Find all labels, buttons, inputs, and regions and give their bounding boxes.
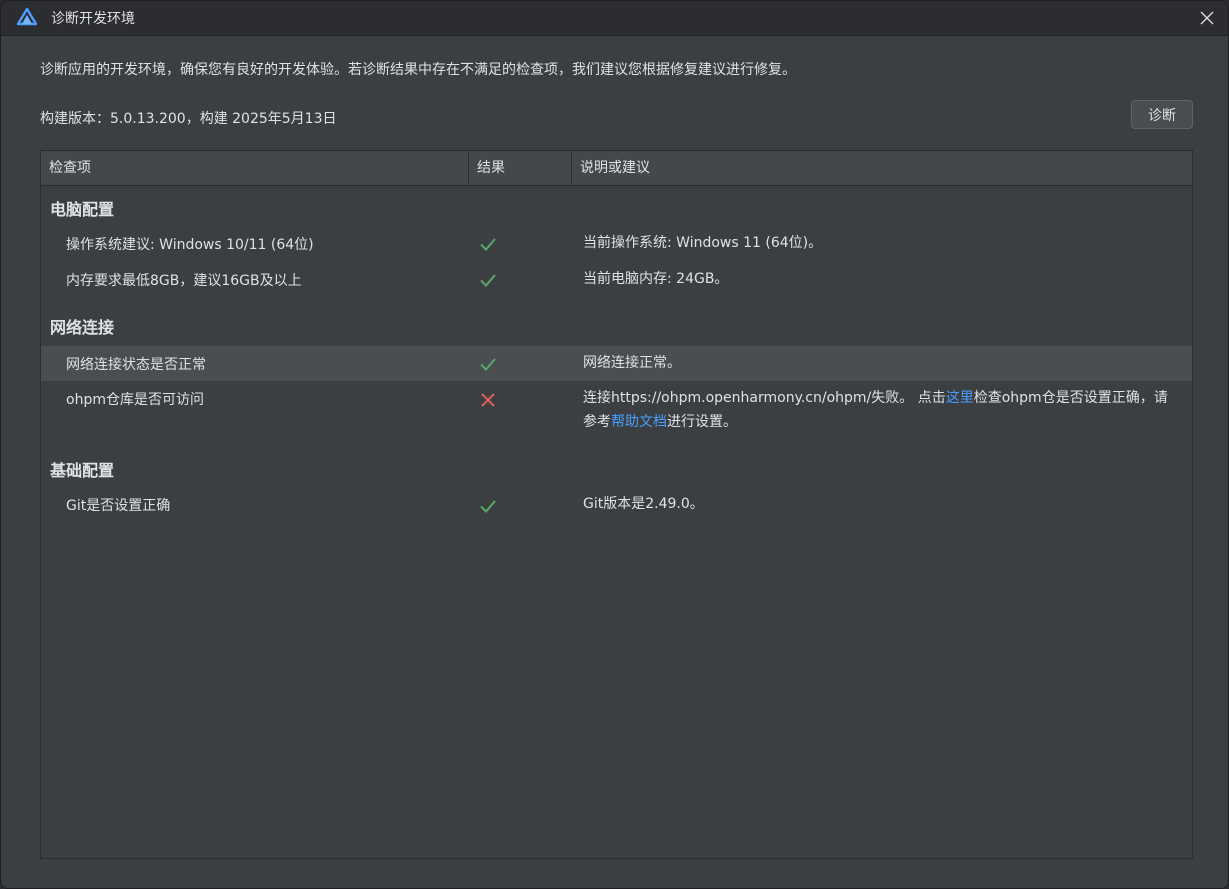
table-row[interactable]: 内存要求最低8GB，建议16GB及以上 当前电脑内存: 24GB。	[41, 267, 1192, 293]
here-link[interactable]: 这里	[946, 390, 974, 406]
check-desc: 网络连接正常。	[583, 355, 681, 371]
intro-text: 诊断应用的开发环境，确保您有良好的开发体验。若诊断结果中存在不满足的检查项，我们…	[40, 62, 796, 78]
section-title-basic: 基础配置	[50, 461, 115, 480]
section-title-computer: 电脑配置	[50, 200, 115, 219]
close-button[interactable]	[1194, 5, 1220, 31]
column-header-result[interactable]: 结果	[469, 151, 572, 185]
check-pass-icon	[480, 274, 496, 287]
check-pass-icon	[480, 238, 496, 251]
check-item-label: 操作系统建议: Windows 10/11 (64位)	[66, 237, 314, 253]
section-title-network: 网络连接	[50, 318, 115, 337]
desc-text: 连接https://ohpm.openharmony.cn/ohpm/失败。 点…	[583, 390, 946, 406]
help-doc-link[interactable]: 帮助文档	[611, 414, 667, 430]
build-info: 构建版本：5.0.13.200，构建 2025年5月13日	[40, 111, 337, 127]
check-pass-icon	[480, 358, 496, 371]
check-item-label: Git是否设置正确	[66, 498, 171, 514]
table-row[interactable]: 操作系统建议: Windows 10/11 (64位) 当前操作系统: Wind…	[41, 231, 1192, 257]
check-item-label: 内存要求最低8GB，建议16GB及以上	[66, 273, 302, 289]
check-fail-icon	[481, 393, 495, 407]
check-item-label: ohpm仓库是否可访问	[66, 392, 204, 408]
window-title: 诊断开发环境	[51, 11, 135, 27]
table-row[interactable]: 网络连接状态是否正常 网络连接正常。	[41, 346, 1192, 381]
check-desc: 当前电脑内存: 24GB。	[583, 271, 729, 287]
table-header: 检查项 结果 说明或建议	[41, 151, 1192, 186]
column-header-desc[interactable]: 说明或建议	[572, 151, 1192, 185]
desc-text: 进行设置。	[667, 414, 737, 430]
diagnose-dialog: 诊断开发环境 诊断应用的开发环境，确保您有良好的开发体验。若诊断结果中存在不满足…	[0, 0, 1229, 889]
close-icon	[1200, 11, 1214, 25]
check-desc: 连接https://ohpm.openharmony.cn/ohpm/失败。 点…	[583, 386, 1173, 434]
title-bar: 诊断开发环境	[1, 1, 1228, 36]
diagnose-table: 检查项 结果 说明或建议 电脑配置 操作系统建议: Windows 10/11 …	[40, 150, 1193, 859]
check-pass-icon	[480, 500, 496, 513]
column-header-check[interactable]: 检查项	[41, 151, 469, 185]
table-row[interactable]: Git是否设置正确 Git版本是2.49.0。	[41, 492, 1192, 518]
check-desc: 当前操作系统: Windows 11 (64位)。	[583, 235, 823, 251]
diagnose-button[interactable]: 诊断	[1131, 100, 1193, 129]
check-desc: Git版本是2.49.0。	[583, 496, 704, 512]
table-row[interactable]: ohpm仓库是否可访问 连接https://ohpm.openharmony.c…	[41, 383, 1192, 435]
app-logo-icon	[16, 7, 38, 26]
check-item-label: 网络连接状态是否正常	[66, 357, 206, 373]
